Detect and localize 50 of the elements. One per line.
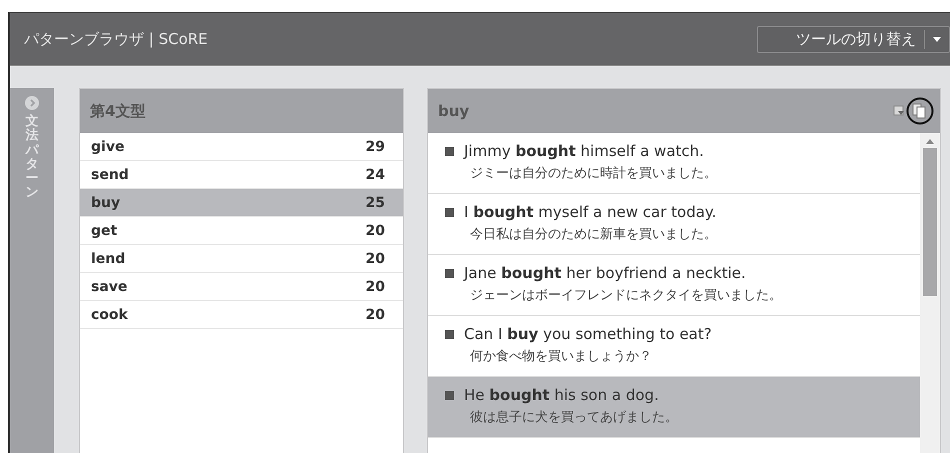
pattern-word: cook [91,306,128,322]
example-item[interactable]: Jane bought her boyfriend a necktie. ジェーンはボーイフレンドにネクタイを買いました。 [428,255,920,316]
japanese-translation: 今日私は自分のために新車を買いました。 [470,227,717,242]
pattern-count: 20 [366,278,385,294]
japanese-translation: ジミーは自分のために時計を買いました。 [470,166,717,181]
pattern-count: 29 [366,138,385,154]
japanese-translation: ジェーンはボーイフレンドにネクタイを買いました。 [470,288,782,303]
english-sentence: I bought myself a new car today. [464,203,716,221]
pattern-word: save [91,278,128,294]
sidebar-label: 文法パターン [26,115,38,201]
pattern-word: buy [91,194,120,210]
scrollbar[interactable] [920,133,940,453]
bullet-icon [445,208,454,216]
expand-icon[interactable] [25,96,39,110]
pattern-word: send [91,166,129,182]
pattern-row[interactable]: get 20 [80,217,403,245]
pattern-count: 20 [366,306,385,322]
bullet-icon [445,146,454,156]
example-item[interactable]: He bought his son a dog. 彼は息子に犬を買ってあげました。 [428,377,920,438]
japanese-translation: 彼は息子に犬を買ってあげました。 [470,410,678,425]
english-sentence: He bought his son a dog. [464,386,659,404]
example-item[interactable]: Jimmy bought himself a watch. ジミーは自分のために時計を買いました。 [428,133,920,194]
pattern-row[interactable]: cook 20 [80,301,403,329]
english-sentence: Jane bought her boyfriend a necktie. [464,264,746,282]
pattern-count: 20 [366,222,385,238]
bullet-icon [445,268,454,278]
pattern-row[interactable]: save 20 [80,273,403,301]
bullet-icon [445,390,454,400]
panel-title: buy [438,102,470,120]
pattern-word: give [91,138,124,154]
pattern-word: get [91,222,118,238]
copy-icon[interactable] [906,97,934,125]
example-item[interactable]: I bought myself a new car today. 今日私は自分のために新車を買いました。 [428,194,920,255]
scroll-up-icon[interactable] [926,139,934,144]
pattern-word: lend [91,250,126,266]
pattern-row[interactable]: buy 25 [80,189,403,217]
bullet-icon [445,330,454,338]
panel-title: 第4文型 [90,102,146,120]
tool-switch-button[interactable]: ツールの切り替え [757,26,950,52]
caret-icon [933,36,941,42]
pattern-row[interactable]: give 29 [80,133,403,161]
pattern-count: 24 [366,166,385,182]
english-sentence: Can I buy you something to eat? [464,325,712,343]
japanese-translation: 何か食べ物を買いましょうか？ [470,349,652,364]
english-sentence: Jimmy bought himself a watch. [464,142,704,160]
pattern-count: 20 [366,250,385,266]
filter-icon[interactable] [893,105,905,117]
pattern-count: 25 [366,194,385,210]
pattern-row[interactable]: lend 20 [80,245,403,273]
window-title: パターンブラウザ | SCoRE [24,30,208,48]
